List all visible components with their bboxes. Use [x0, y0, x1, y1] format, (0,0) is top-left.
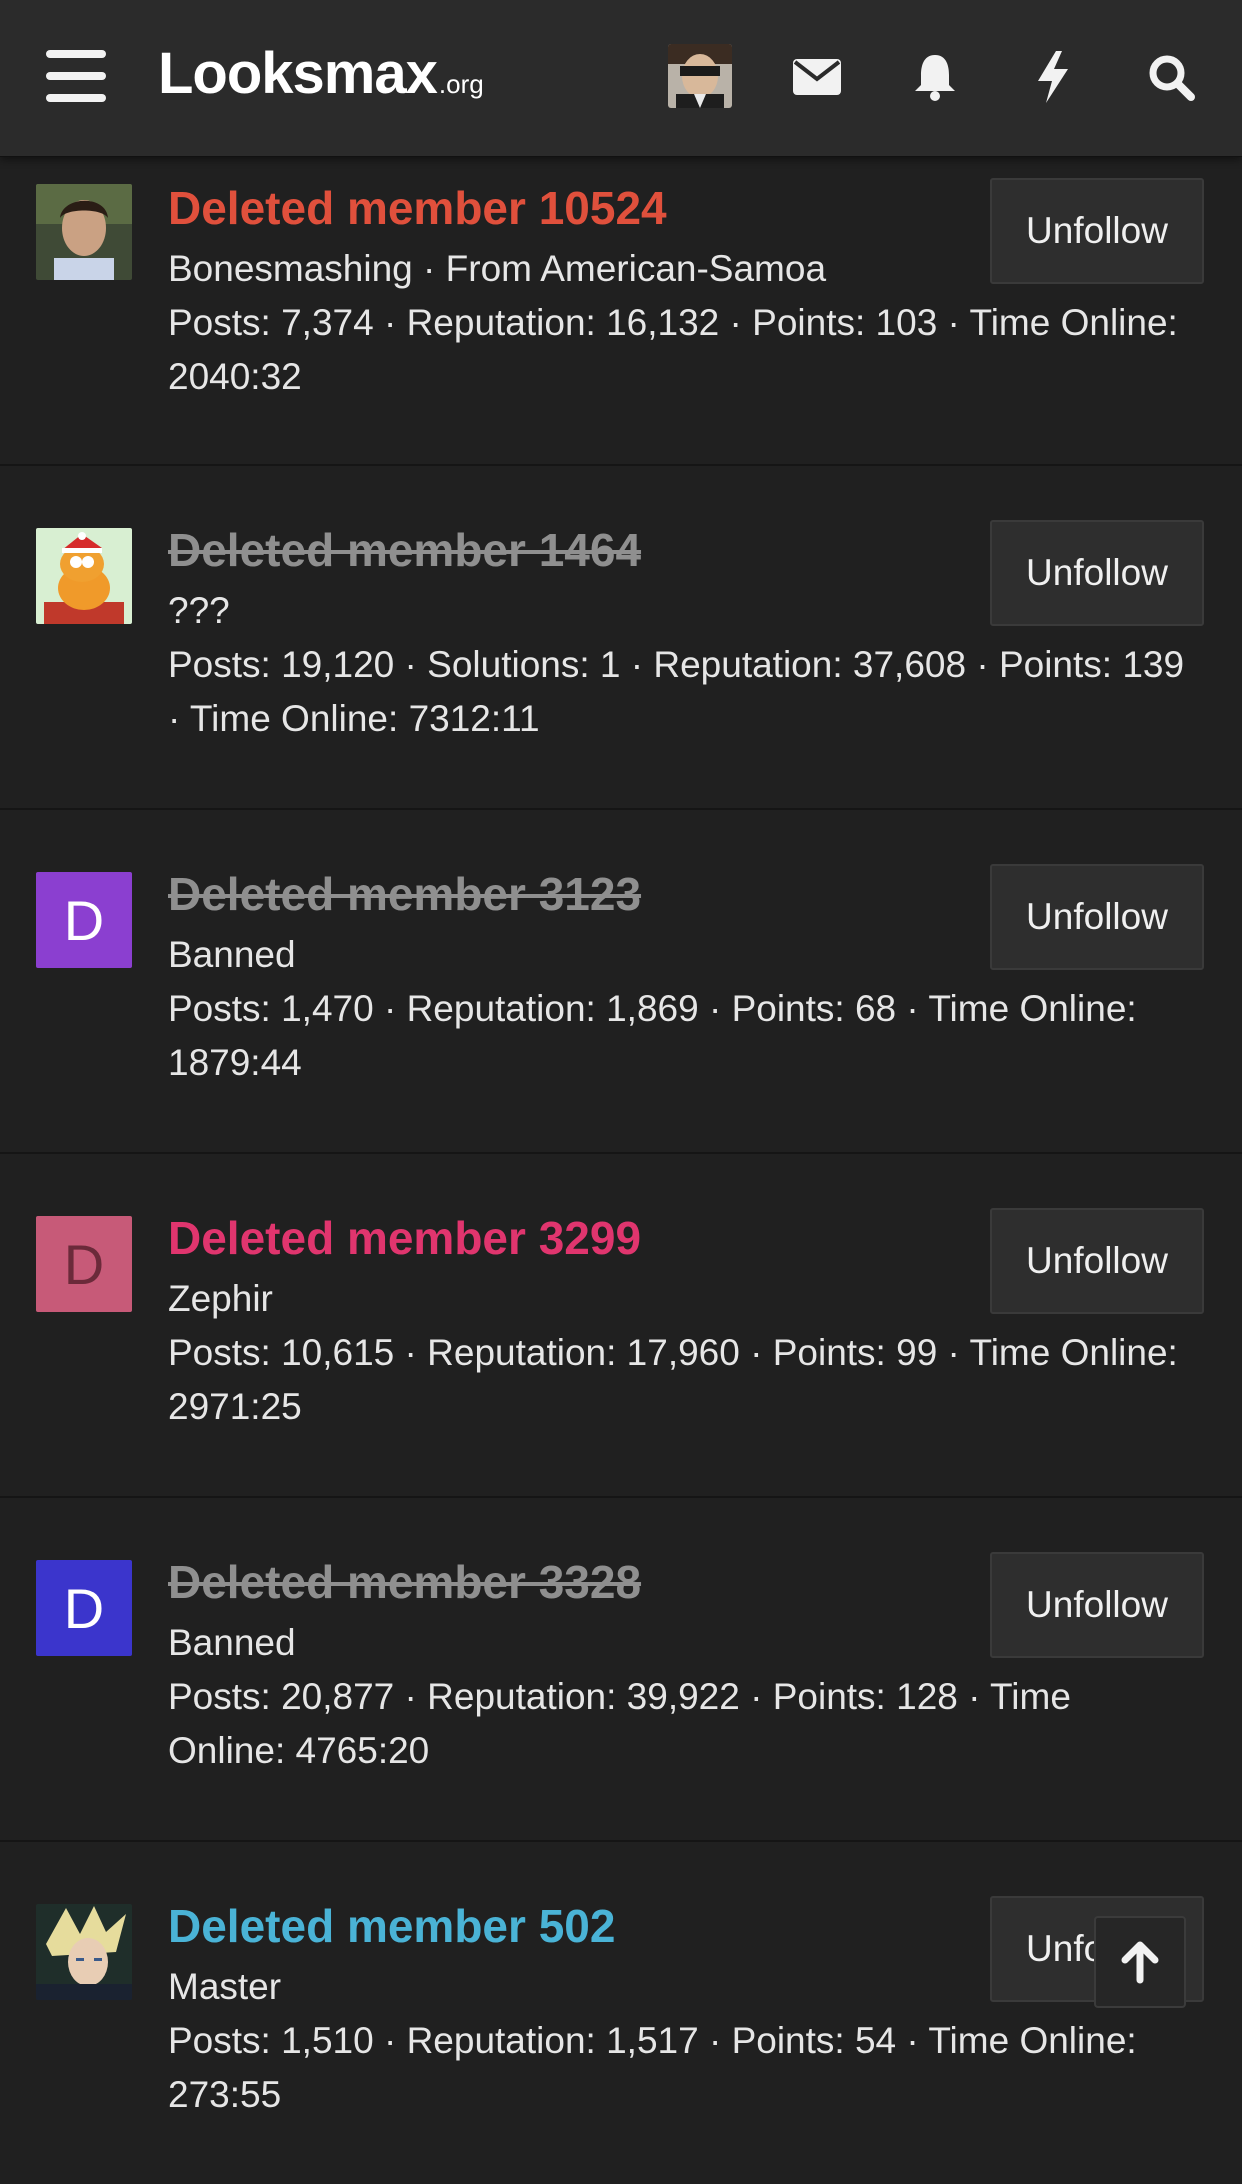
user-avatar[interactable]	[668, 44, 732, 108]
member-name[interactable]: Deleted member 3328	[168, 1554, 641, 1610]
member-title: ???	[168, 590, 230, 631]
unfollow-button[interactable]: Unfollow	[990, 178, 1204, 284]
unfollow-button[interactable]: Unfollow	[990, 1552, 1204, 1658]
envelope-icon[interactable]	[782, 42, 852, 112]
member-stats: Posts: 7,374 · Reputation: 16,132 · Poin…	[168, 302, 1178, 397]
list-item: D Deleted member 3328 Banned Posts: 20,8…	[0, 1498, 1242, 1842]
member-avatar[interactable]	[36, 528, 132, 624]
scroll-to-top-button[interactable]	[1094, 1916, 1186, 2008]
search-icon[interactable]	[1136, 42, 1206, 112]
member-stats: Posts: 20,877 · Reputation: 39,922 · Poi…	[168, 1676, 1071, 1771]
list-item: D Deleted member 3123 Banned Posts: 1,47…	[0, 810, 1242, 1154]
site-logo[interactable]: Looksmax.org	[158, 42, 484, 116]
member-stats: Posts: 19,120 · Solutions: 1 · Reputatio…	[168, 644, 1185, 739]
member-title: Bonesmashing · From American-Samoa	[168, 248, 827, 289]
list-item: Deleted member 502 Master Posts: 1,510 ·…	[0, 1842, 1242, 2184]
member-avatar[interactable]	[36, 1904, 132, 2000]
bolt-icon[interactable]	[1018, 42, 1088, 112]
member-stats: Posts: 1,510 · Reputation: 1,517 · Point…	[168, 2020, 1137, 2115]
member-title: Banned	[168, 1622, 296, 1663]
member-name[interactable]: Deleted member 502	[168, 1898, 615, 1954]
member-name[interactable]: Deleted member 10524	[168, 180, 667, 236]
unfollow-button[interactable]: Unfollow	[990, 864, 1204, 970]
member-name[interactable]: Deleted member 3123	[168, 866, 641, 922]
member-name[interactable]: Deleted member 3299	[168, 1210, 641, 1266]
top-navigation-bar: Looksmax.org	[0, 0, 1242, 157]
menu-icon[interactable]	[46, 50, 106, 102]
list-item: Deleted member 1464 ??? Posts: 19,120 · …	[0, 466, 1242, 810]
member-stats: Posts: 10,615 · Reputation: 17,960 · Poi…	[168, 1332, 1178, 1427]
member-title: Banned	[168, 934, 296, 975]
member-title: Zephir	[168, 1278, 273, 1319]
member-stats: Posts: 1,470 · Reputation: 1,869 · Point…	[168, 988, 1137, 1083]
member-avatar[interactable]: D	[36, 1560, 132, 1656]
member-avatar[interactable]: D	[36, 1216, 132, 1312]
member-title: Master	[168, 1966, 282, 2007]
arrow-up-icon	[1121, 1941, 1159, 1984]
following-list: Deleted member 10524 Bonesmashing · From…	[0, 156, 1242, 2184]
unfollow-button[interactable]: Unfollow	[990, 520, 1204, 626]
bell-icon[interactable]	[900, 42, 970, 112]
unfollow-button[interactable]: Unfollow	[990, 1208, 1204, 1314]
list-item: D Deleted member 3299 Zephir Posts: 10,6…	[0, 1154, 1242, 1498]
list-item: Deleted member 10524 Bonesmashing · From…	[0, 156, 1242, 466]
member-avatar[interactable]: D	[36, 872, 132, 968]
member-avatar[interactable]	[36, 184, 132, 280]
member-name[interactable]: Deleted member 1464	[168, 522, 641, 578]
